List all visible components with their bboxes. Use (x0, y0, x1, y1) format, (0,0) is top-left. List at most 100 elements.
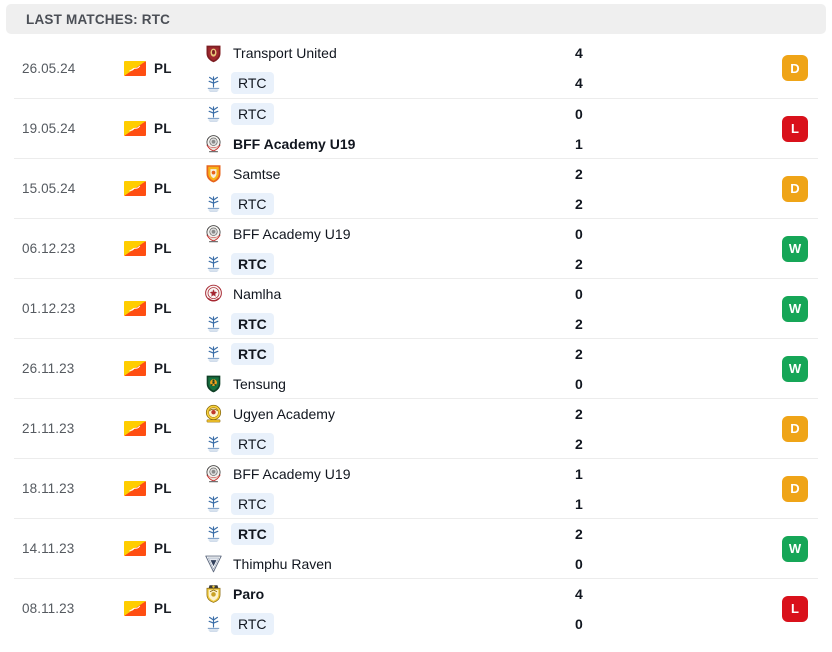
scores-cell: 44 (521, 42, 751, 94)
away-score: 1 (575, 495, 583, 512)
rtc-crest-icon (203, 613, 224, 634)
rtc-crest-icon (203, 253, 224, 274)
home-team[interactable]: RTC (203, 342, 521, 365)
home-team[interactable]: RTC (203, 522, 521, 545)
match-row[interactable]: 26.11.23 PL RTC Tensung 2 0 W (14, 338, 818, 398)
match-row[interactable]: 15.05.24 PL Samtse RTC 2 2 D (14, 158, 818, 218)
home-team-name: Namlha (233, 285, 282, 302)
away-team-name: RTC (231, 492, 274, 515)
league-code: PL (154, 421, 172, 436)
home-score: 0 (575, 285, 583, 302)
match-date: 14.11.23 (22, 541, 75, 556)
scores-cell: 40 (521, 583, 751, 635)
match-row[interactable]: 14.11.23 PL RTC Thimphu Raven 2 0 W (14, 518, 818, 578)
away-score: 0 (575, 375, 583, 392)
league-cell[interactable]: PL (124, 301, 196, 316)
away-team[interactable]: Thimphu Raven (203, 553, 521, 575)
league-cell[interactable]: PL (124, 541, 196, 556)
result-cell: D (751, 415, 818, 442)
home-score: 1 (575, 465, 583, 482)
league-code: PL (154, 241, 172, 256)
home-team-name: Samtse (233, 165, 281, 182)
match-row[interactable]: 19.05.24 PL RTC BFF Academy U19 0 1 L (14, 98, 818, 158)
league-cell[interactable]: PL (124, 361, 196, 376)
league-code: PL (154, 181, 172, 196)
result-cell: D (751, 55, 818, 81)
away-team[interactable]: RTC (203, 252, 521, 275)
match-row[interactable]: 01.12.23 PL Namlha RTC 0 2 W (14, 278, 818, 338)
away-team[interactable]: RTC (203, 72, 521, 94)
rtc-crest-icon (203, 103, 224, 124)
away-team[interactable]: Tensung (203, 373, 521, 395)
home-team[interactable]: Namlha (203, 283, 521, 305)
page-title: LAST MATCHES: RTC (26, 11, 171, 27)
home-team[interactable]: Paro (203, 583, 521, 605)
away-team[interactable]: BFF Academy U19 (203, 133, 521, 155)
home-team[interactable]: RTC (203, 102, 521, 125)
match-row[interactable]: 26.05.24 PL Transport United RTC 4 4 D (14, 38, 818, 98)
league-code: PL (154, 361, 172, 376)
league-cell[interactable]: PL (124, 121, 196, 136)
match-row[interactable]: 06.12.23 PL BFF Academy U19 RTC 0 2 W (14, 218, 818, 278)
home-score: 2 (575, 525, 583, 542)
teams-cell: RTC Tensung (196, 342, 521, 395)
match-date: 08.11.23 (22, 601, 75, 616)
result-cell: L (751, 115, 818, 142)
league-cell[interactable]: PL (124, 60, 196, 76)
match-list: 26.05.24 PL Transport United RTC 4 4 D 19.05… (0, 38, 832, 638)
rtc-crest-icon (203, 313, 224, 334)
away-team[interactable]: RTC (203, 492, 521, 515)
league-cell[interactable]: PL (124, 181, 196, 196)
away-team-name: RTC (231, 432, 274, 455)
teams-cell: Samtse RTC (196, 163, 521, 215)
league-cell[interactable]: PL (124, 601, 196, 616)
home-team-name: Paro (233, 585, 265, 602)
away-team[interactable]: RTC (203, 312, 521, 335)
home-team[interactable]: Ugyen Academy (203, 403, 521, 425)
home-team[interactable]: BFF Academy U19 (203, 223, 521, 245)
league-code: PL (154, 481, 172, 496)
away-team-name: RTC (231, 192, 274, 215)
away-team[interactable]: RTC (203, 192, 521, 215)
bhutan-flag-icon (124, 361, 146, 376)
home-team[interactable]: Transport United (203, 42, 521, 64)
home-team[interactable]: Samtse (203, 163, 521, 185)
away-team-name: Tensung (233, 375, 286, 392)
home-score: 2 (575, 345, 583, 362)
home-team[interactable]: BFF Academy U19 (203, 463, 521, 485)
home-score: 4 (575, 585, 583, 602)
league-cell[interactable]: PL (124, 421, 196, 436)
bhutan-flag-icon (124, 241, 146, 256)
away-team-name: RTC (231, 252, 274, 275)
bff-academy-crest-icon (203, 133, 224, 154)
league-cell[interactable]: PL (124, 481, 196, 496)
paro-crest-icon (203, 583, 224, 604)
match-row[interactable]: 18.11.23 PL BFF Academy U19 RTC 1 1 D (14, 458, 818, 518)
match-date: 21.11.23 (22, 421, 75, 436)
home-team-name: RTC (231, 102, 274, 125)
match-row[interactable]: 21.11.23 PL Ugyen Academy RTC 2 2 D (14, 398, 818, 458)
rtc-crest-icon (203, 433, 224, 454)
away-team[interactable]: RTC (203, 612, 521, 635)
home-team-name: Ugyen Academy (233, 405, 335, 422)
result-cell: D (751, 475, 818, 502)
match-date: 26.05.24 (22, 60, 76, 76)
league-code: PL (154, 60, 172, 76)
match-row[interactable]: 08.11.23 PL Paro RTC 4 0 L (14, 578, 818, 638)
away-team[interactable]: RTC (203, 432, 521, 455)
section-header: LAST MATCHES: RTC (6, 4, 826, 34)
scores-cell: 20 (521, 343, 751, 395)
teams-cell: BFF Academy U19 RTC (196, 463, 521, 515)
league-cell[interactable]: PL (124, 241, 196, 256)
rtc-crest-icon (203, 493, 224, 514)
away-score: 2 (575, 195, 583, 212)
result-cell: L (751, 595, 818, 622)
bff-academy-crest-icon (203, 223, 224, 244)
status-badge: D (782, 55, 808, 81)
samtse-crest-icon (203, 163, 224, 184)
match-date: 06.12.23 (22, 241, 76, 256)
bhutan-flag-icon (124, 421, 146, 436)
home-team-name: RTC (231, 522, 274, 545)
bhutan-flag-icon (124, 121, 146, 136)
match-date: 15.05.24 (22, 181, 76, 196)
